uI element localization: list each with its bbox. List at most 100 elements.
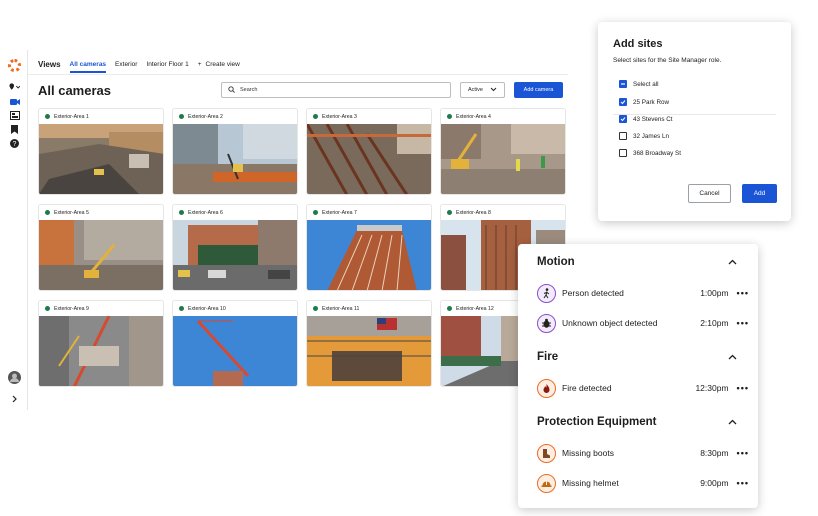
status-dot [447,114,452,119]
event-time: 2:10pm [700,318,729,328]
checkmark-icon [619,98,627,106]
more-options-button[interactable]: ••• [737,448,749,458]
expand-icon[interactable] [9,393,20,404]
event-item[interactable]: Missing boots 8:30pm ••• [537,443,749,463]
camera-feed-image [173,316,297,386]
checkmark-icon [619,115,627,123]
site-checkbox-368-broadway-st[interactable]: 368 Broadway St [619,147,681,159]
camera-icon[interactable] [9,96,20,107]
event-name: Unknown object detected [562,318,658,328]
status-dot [179,114,184,119]
event-name: Fire detected [562,383,612,393]
event-time: 12:30pm [695,383,729,393]
tab-all-cameras[interactable]: All cameras [69,61,106,73]
site-checkbox-43-stevens-ct[interactable]: 43 Stevens Ct [619,113,673,125]
status-dot [179,210,184,215]
chevron-up-icon[interactable] [728,417,737,427]
site-checkbox-25-park-row[interactable]: 25 Park Row [619,96,669,108]
select-all-checkbox[interactable]: Select all [619,78,659,90]
create-view-button[interactable]: + Create view [198,61,240,68]
bookmark-icon[interactable] [9,124,20,135]
camera-name: Exterior-Area 7 [322,209,357,216]
camera-name: Exterior-Area 6 [188,209,223,216]
main-content: Views All cameras Exterior Interior Floo… [28,50,568,410]
search-input[interactable]: Search [221,82,451,98]
camera-card[interactable]: Exterior-Area 5 [38,204,164,291]
status-filter-value: Active [468,87,483,93]
add-camera-button[interactable]: Add camera [514,82,563,98]
page-title: All cameras [38,83,111,98]
avatar[interactable] [8,371,21,384]
section-title-motion: Motion [537,256,575,268]
event-item[interactable]: Missing helmet 9:00pm ••• [537,473,749,493]
status-filter-dropdown[interactable]: Active [460,82,505,98]
camera-name: Exterior-Area 3 [322,113,357,120]
event-name: Missing helmet [562,478,619,488]
camera-name: Exterior-Area 9 [54,305,89,312]
camera-card[interactable]: Exterior-Area 3 [306,108,432,195]
camera-name: Exterior-Area 11 [322,305,360,312]
checkbox-icon [619,149,627,157]
helmet-icon [537,473,556,493]
camera-feed-image [173,220,297,290]
status-dot [447,306,452,311]
camera-card[interactable]: Exterior-Area 10 [172,300,298,387]
site-label: 32 James Ln [633,132,670,140]
search-icon [228,85,235,95]
indeterminate-checkbox-icon [619,80,627,88]
camera-feed-image [307,220,431,290]
camera-card[interactable]: Exterior-Area 1 [38,108,164,195]
status-dot [179,306,184,311]
status-dot [45,306,50,311]
site-label: 25 Park Row [633,98,670,106]
status-dot [313,114,318,119]
camera-card[interactable]: Exterior-Area 2 [172,108,298,195]
event-name: Missing boots [562,448,614,458]
logo[interactable] [8,59,21,72]
camera-feed-image [307,316,431,386]
svg-text:?: ? [13,141,17,148]
status-dot [45,114,50,119]
dialog-subtitle: Select sites for the Site Manager role. [613,57,722,64]
camera-name: Exterior-Area 12 [456,305,494,312]
more-options-button[interactable]: ••• [737,478,749,488]
camera-card[interactable]: Exterior-Area 9 [38,300,164,387]
fire-icon [537,378,556,398]
camera-name: Exterior-Area 10 [188,305,226,312]
event-item[interactable]: Fire detected 12:30pm ••• [537,378,749,398]
more-options-button[interactable]: ••• [737,318,749,328]
app-window: ? Views All cameras Exterior Interior Fl… [0,50,578,410]
site-checkbox-32-james-ln[interactable]: 32 James Ln [619,130,669,142]
event-item[interactable]: Unknown object detected 2:10pm ••• [537,313,749,333]
tab-exterior[interactable]: Exterior [115,61,137,68]
section-title-fire: Fire [537,351,559,363]
dialog-title: Add sites [613,38,663,50]
site-label: 368 Broadway St [633,149,681,157]
location-pin-icon[interactable] [9,82,20,93]
more-options-button[interactable]: ••• [737,288,749,298]
event-name: Person detected [562,288,624,298]
tab-interior-floor-1[interactable]: Interior Floor 1 [146,61,188,68]
camera-card[interactable]: Exterior-Area 4 [440,108,566,195]
site-label: 43 Stevens Ct [633,115,673,123]
status-dot [45,210,50,215]
cancel-button[interactable]: Cancel [688,184,731,203]
event-time: 1:00pm [700,288,729,298]
divider [28,74,568,75]
event-item[interactable]: Person detected 1:00pm ••• [537,283,749,303]
event-time: 9:00pm [700,478,729,488]
camera-card[interactable]: Exterior-Area 6 [172,204,298,291]
camera-card[interactable]: Exterior-Area 7 [306,204,432,291]
chevron-up-icon[interactable] [728,257,737,267]
event-time: 8:30pm [700,448,729,458]
camera-feed-image [39,124,163,194]
section-title-protection-equipment: Protection Equipment [537,416,657,428]
grid-icon[interactable] [9,110,20,121]
camera-card[interactable]: Exterior-Area 11 [306,300,432,387]
chevron-up-icon[interactable] [728,352,737,362]
more-options-button[interactable]: ••• [737,383,749,393]
camera-feed-image [39,220,163,290]
status-dot [313,306,318,311]
help-icon[interactable]: ? [9,138,20,149]
add-button[interactable]: Add [742,184,777,203]
